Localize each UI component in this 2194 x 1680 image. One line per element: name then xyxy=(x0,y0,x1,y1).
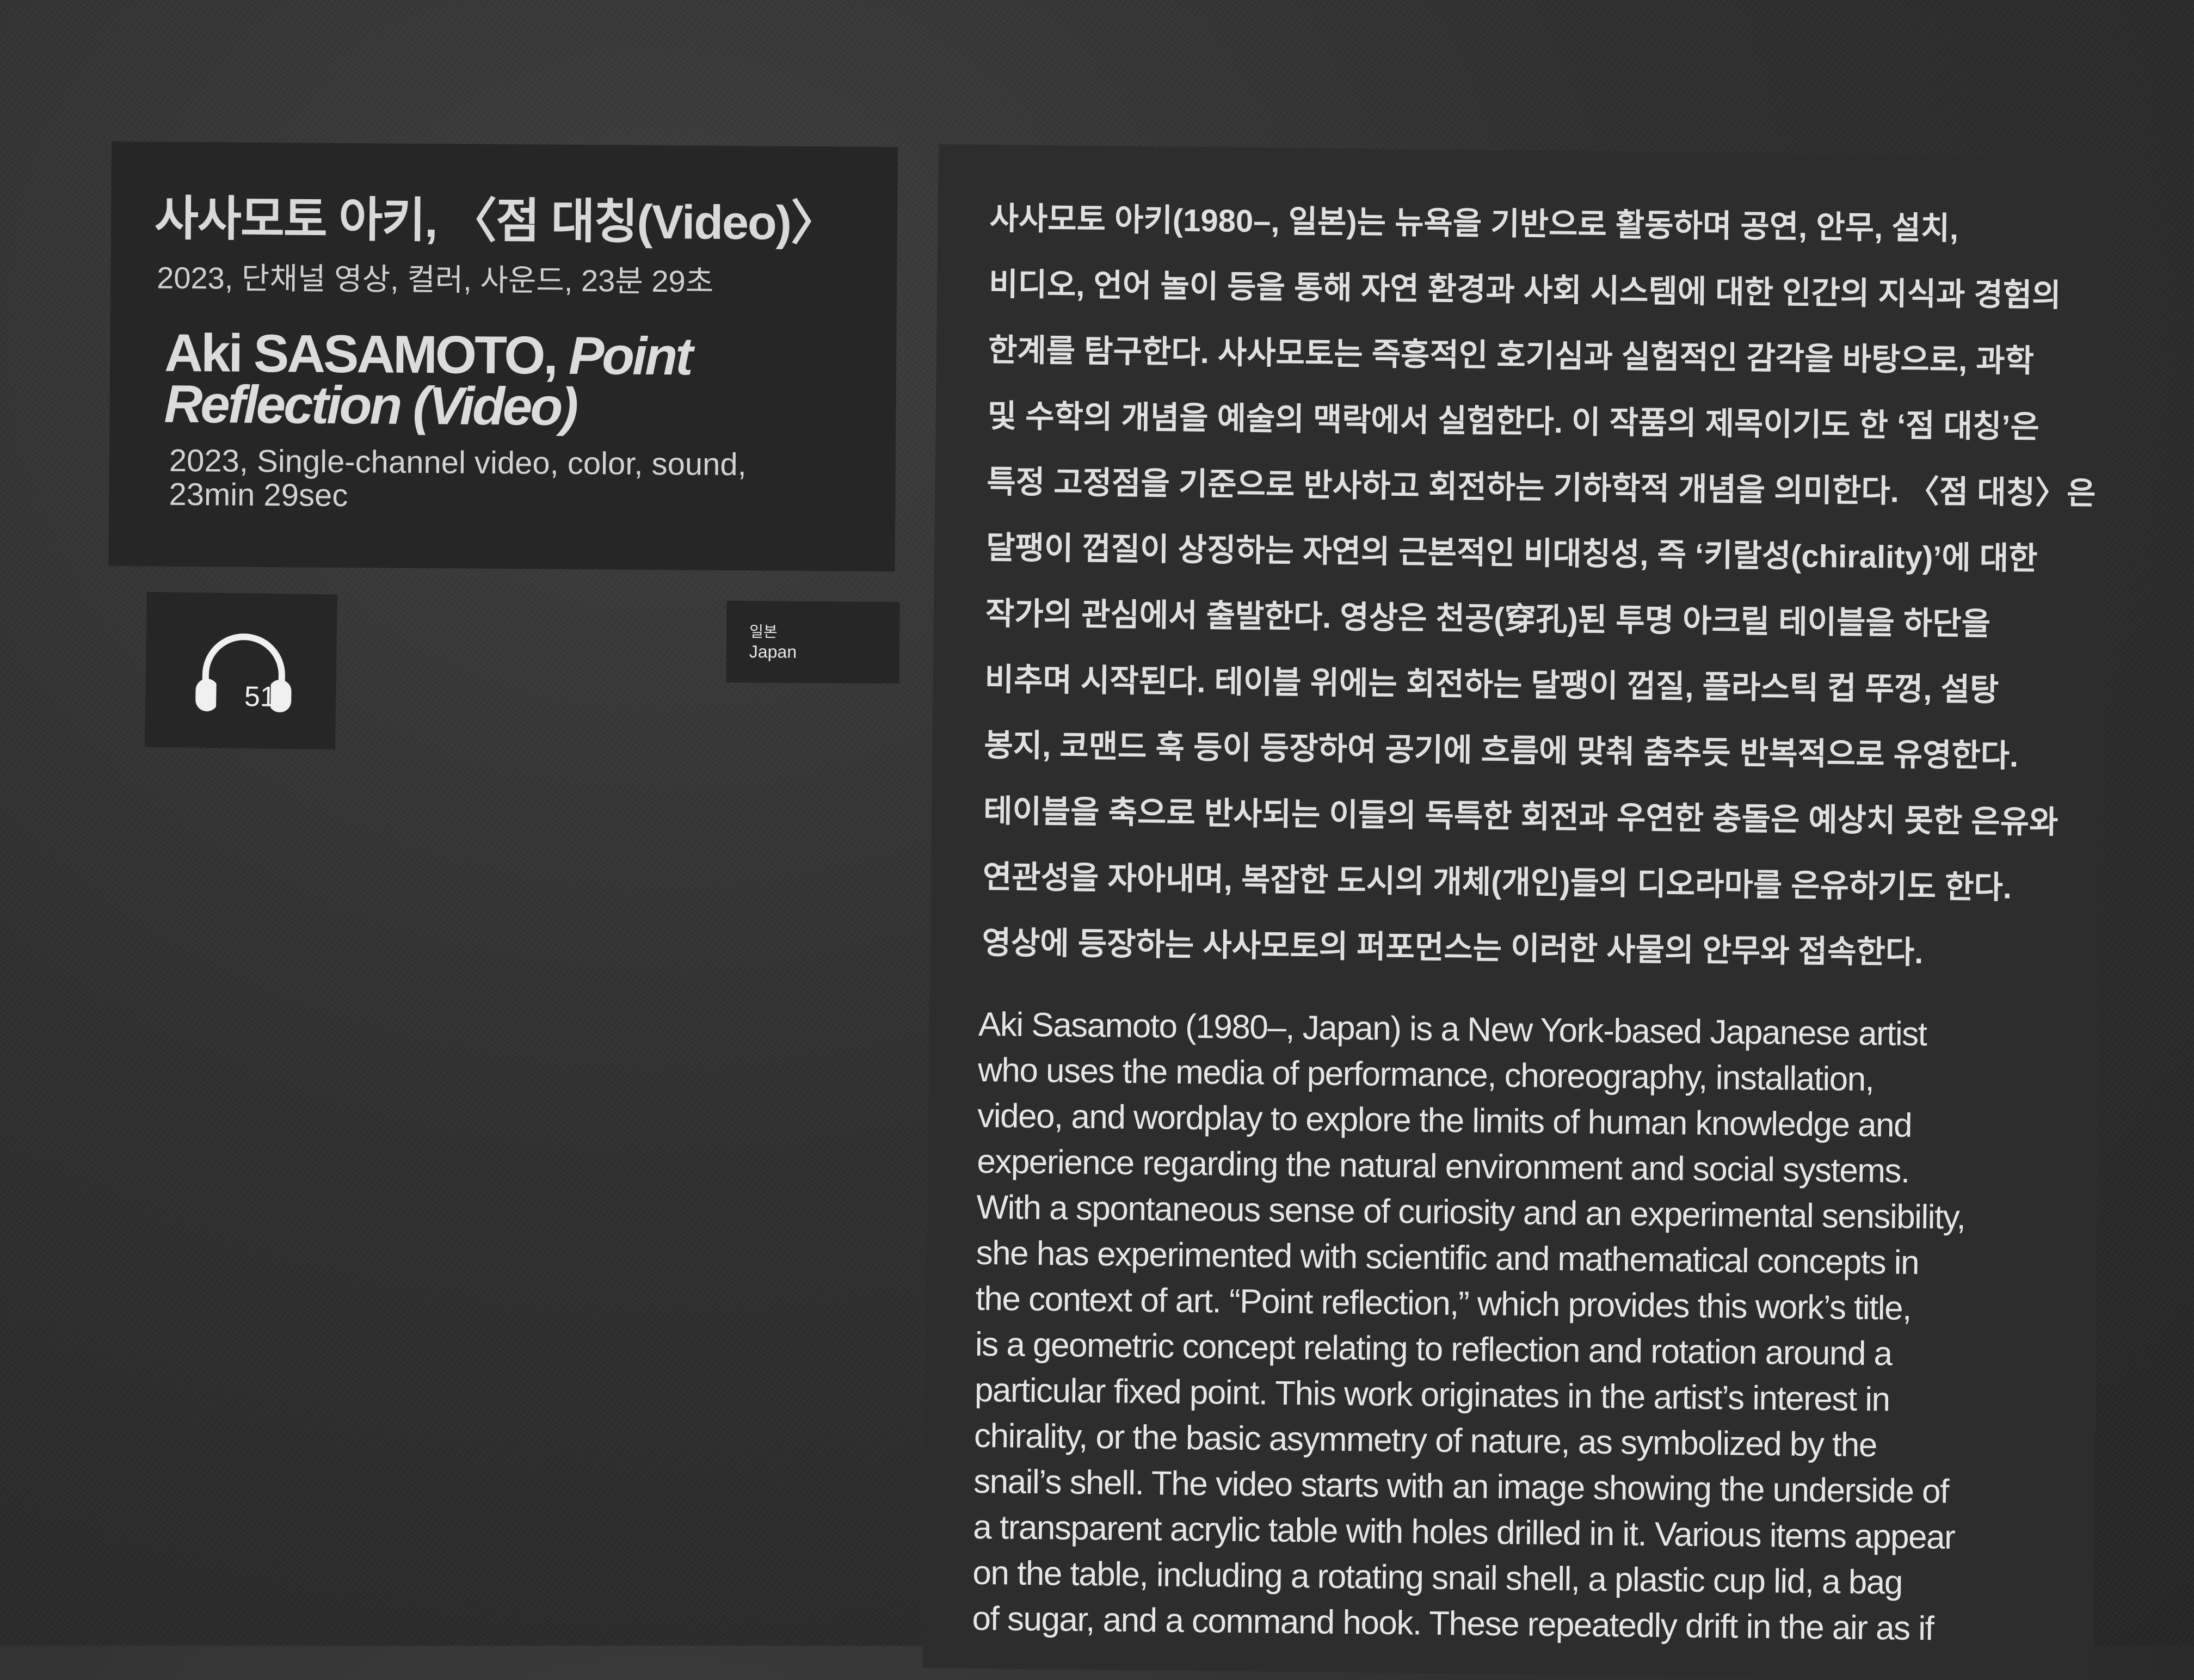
description-line: 및 수학의 개념을 예술의 맥락에서 실험한다. 이 작품의 제목이기도 한 ‘… xyxy=(987,398,2040,445)
description-line: 테이블을 축으로 반사되는 이들의 독특한 회전과 우연한 충돌은 예상치 못한… xyxy=(983,793,2059,840)
artwork-title-korean: 사사모토 아키, 〈점 대칭(Video)〉 xyxy=(154,191,838,250)
description-line: 특정 고정점을 기준으로 반사하고 회전하는 기하학적 개념을 의미한다. 〈점… xyxy=(987,464,2096,512)
description-panel: 사사모토 아키(1980–, 일본)는 뉴욕을 기반으로 활동하며 공연, 안무… xyxy=(922,144,2111,1680)
description-line: 봉지, 코맨드 훅 등이 등장하여 공기에 흐름에 맞춰 춤추듯 반복적으로 유… xyxy=(984,727,2019,774)
audio-guide-badge: 519 xyxy=(145,592,337,750)
country-korean: 일본 xyxy=(749,623,778,641)
description-line: 한계를 탐구한다. 사사모토는 즉흥적인 호기심과 실험적인 감각을 바탕으로,… xyxy=(988,332,2035,379)
description-line: 영상에 등장하는 사사모토의 퍼포먼스는 이러한 사물의 안무와 접속한다. xyxy=(982,925,1924,971)
artwork-details-english: 2023, Single-channel video, color, sound… xyxy=(169,442,747,514)
description-line: 작가의 관심에서 출발한다. 영상은 천공(穿孔)된 투명 아크릴 테이블을 하… xyxy=(985,595,1991,642)
description-line: 사사모토 아키(1980–, 일본)는 뉴욕을 기반으로 활동하며 공연, 안무… xyxy=(989,200,1959,247)
audio-guide-number: 519 xyxy=(244,681,292,713)
description-line: 달팽이 껍질이 상징하는 자연의 근본적인 비대칭성, 즉 ‘키랄성(chira… xyxy=(985,530,2038,577)
country-english: Japan xyxy=(749,642,797,662)
artwork-label: 사사모토 아키, 〈점 대칭(Video)〉 2023, 단채널 영상, 컬러,… xyxy=(108,141,898,572)
description-line: 비디오, 언어 놀이 등을 통해 자연 환경과 사회 시스템에 대한 인간의 지… xyxy=(988,266,2061,313)
country-tag: 일본 Japan xyxy=(726,600,900,684)
artwork-title-english: Aki SASAMOTO, Point Reflection (Video) xyxy=(164,323,872,436)
description-line: 연관성을 자아내며, 복잡한 도시의 개체(개인)들의 디오라마를 은유하기도 … xyxy=(982,859,2012,906)
description-line: 비추며 시작된다. 테이블 위에는 회전하는 달팽이 껍질, 플라스틱 컵 뚜껑… xyxy=(984,661,1999,708)
artwork-details-korean: 2023, 단채널 영상, 컬러, 사운드, 23분 29초 xyxy=(157,260,714,299)
description-korean: 사사모토 아키(1980–, 일본)는 뉴욕을 기반으로 활동하며 공연, 안무… xyxy=(982,186,2111,987)
description-english: Aki Sasamoto (1980–, Japan) is a New Yor… xyxy=(972,1002,2056,1653)
